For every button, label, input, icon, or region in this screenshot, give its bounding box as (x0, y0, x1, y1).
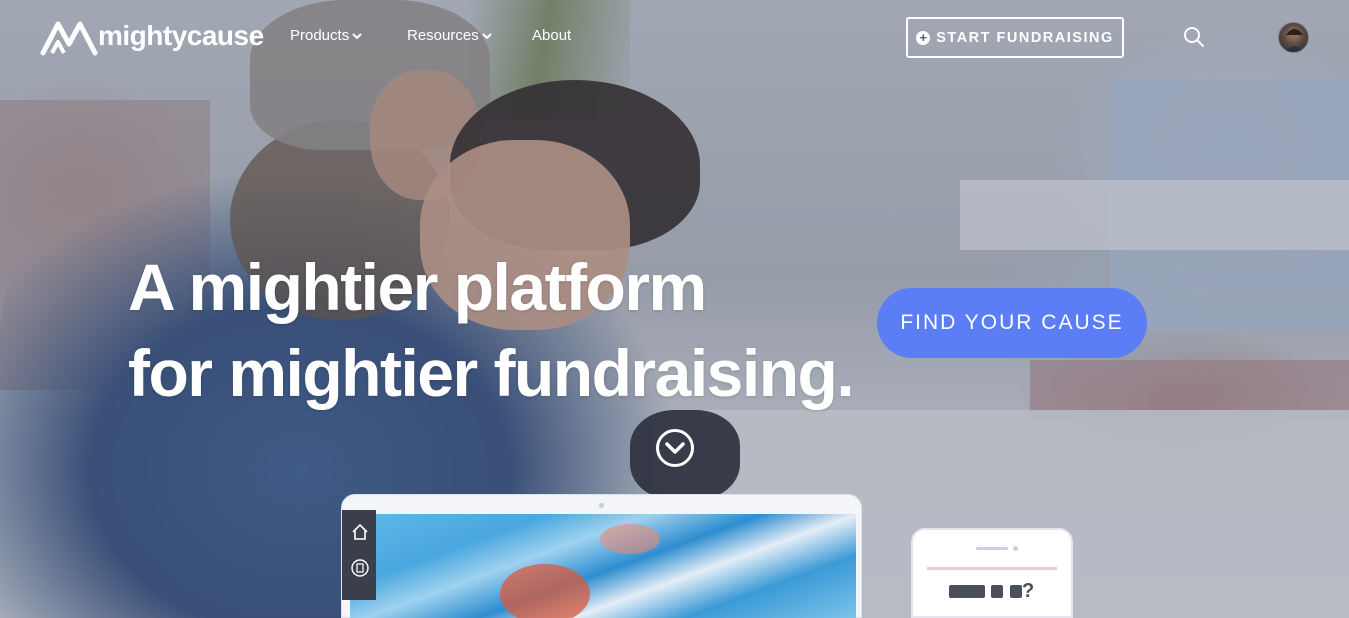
nav-item-label: About (532, 27, 572, 44)
document-icon (351, 559, 369, 577)
laptop-sidebar (342, 510, 376, 600)
phone-header-bar (927, 567, 1057, 570)
nav-item-resources[interactable]: Resources (407, 27, 492, 44)
start-fundraising-button[interactable]: + START FUNDRAISING (906, 17, 1124, 58)
nav-item-products[interactable]: Products (290, 27, 362, 44)
home-icon (352, 523, 368, 540)
headline-line-1: A mightier platform (128, 250, 707, 324)
laptop-camera (599, 503, 604, 508)
nav-item-label: Products (290, 27, 350, 44)
redacted-block (948, 585, 985, 599)
phone-headline: ? (913, 580, 1071, 603)
laptop-mockup (341, 494, 862, 618)
brand-logo[interactable]: mightycause (40, 15, 264, 57)
nav-item-about[interactable]: About (532, 27, 571, 44)
search-icon[interactable] (1182, 25, 1206, 49)
redacted-block (991, 585, 1004, 599)
laptop-screen (350, 514, 856, 618)
phone-camera (1013, 546, 1018, 551)
screen-image-blob (600, 524, 660, 554)
phone-speaker (976, 547, 1008, 550)
chevron-down-icon (481, 32, 492, 39)
brand-name: mightycause (98, 20, 264, 51)
phone-mockup: ? (911, 528, 1073, 618)
chevron-down-circle-icon[interactable] (655, 428, 695, 468)
screen-image-blob (500, 564, 590, 618)
hero-headline: A mightier platform for mightier fundrai… (128, 244, 855, 416)
start-fundraising-label: START FUNDRAISING (936, 29, 1114, 46)
redacted-block (1009, 585, 1022, 599)
user-avatar[interactable] (1278, 22, 1309, 53)
find-your-cause-button[interactable]: FIND YOUR CAUSE (877, 288, 1147, 358)
headline-line-2: for mightier fundraising. (128, 336, 855, 410)
mountain-m-icon (40, 21, 98, 56)
top-navigation: mightycause Products Resources About + S… (0, 0, 1349, 74)
plus-circle-icon: + (916, 30, 931, 45)
nav-item-label: Resources (407, 27, 479, 44)
phone-question-mark: ? (1021, 580, 1036, 602)
chevron-down-icon (352, 32, 362, 39)
